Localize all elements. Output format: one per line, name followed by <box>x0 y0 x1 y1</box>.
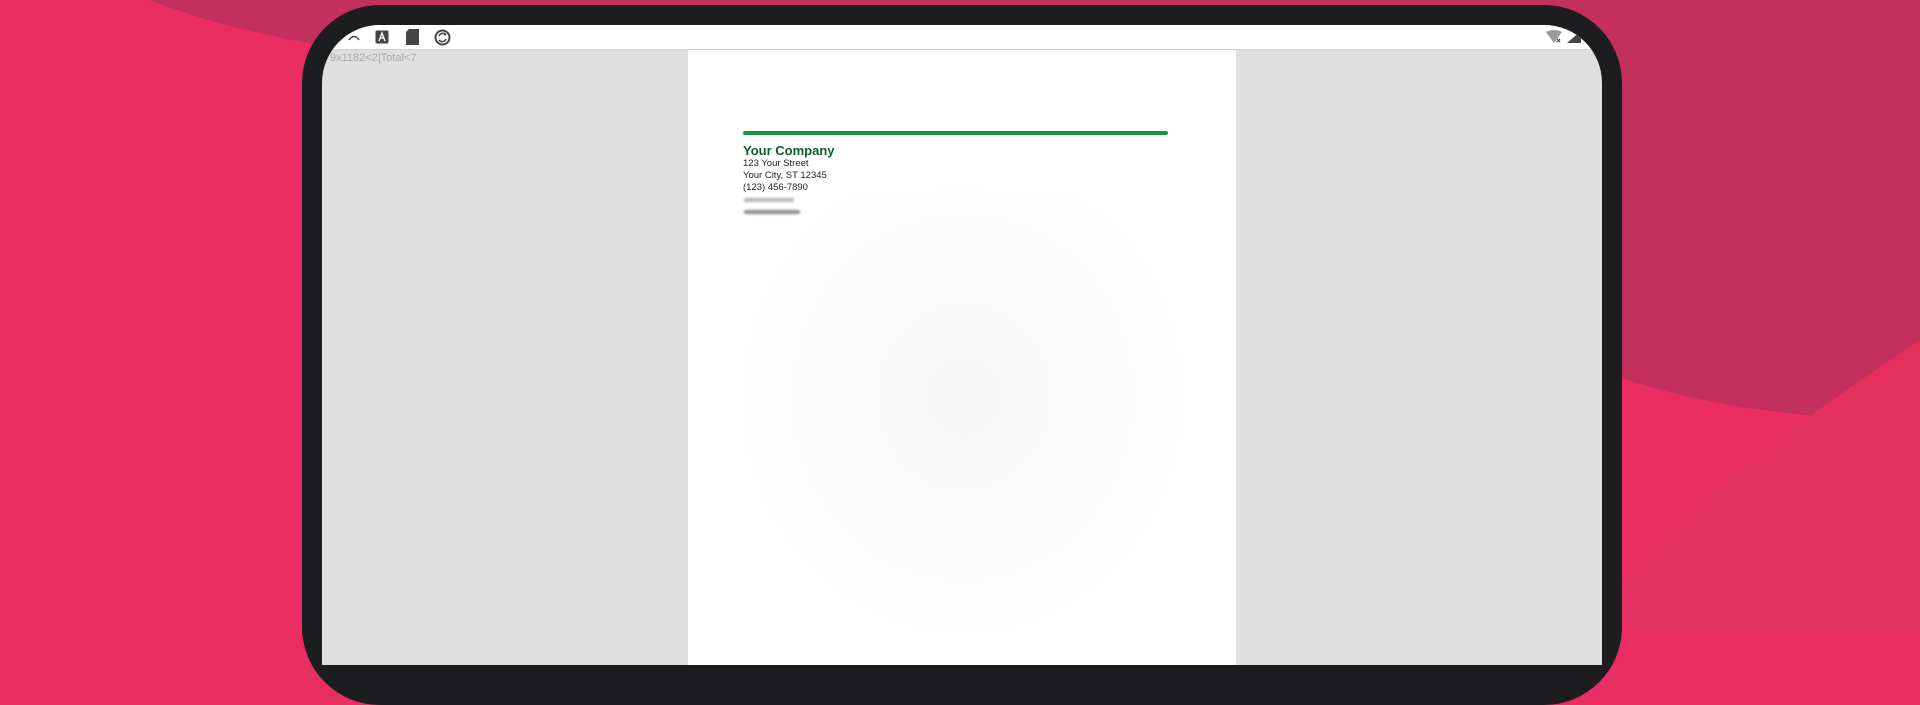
wifi-icon <box>1544 27 1564 47</box>
debug-overlay-text: 9x1182<2|Total<7 <box>330 52 417 64</box>
tablet-screen: 9x1182<2|Total<7 Your Company 123 Your S… <box>322 25 1602 665</box>
phone-number: (123) 456-7890 <box>743 182 808 193</box>
address-line-city: Your City, ST 12345 <box>743 170 827 181</box>
letterhead-green-rule <box>743 131 1168 135</box>
status-bar <box>322 25 1602 50</box>
blurred-contact-line <box>744 210 800 214</box>
battery-icon <box>1564 27 1584 47</box>
company-name: Your Company <box>743 143 835 158</box>
sync-icon <box>432 27 452 47</box>
text-a-icon <box>372 27 392 47</box>
signal-icon <box>344 27 364 47</box>
page-scan-smudge <box>728 190 1198 650</box>
document-page[interactable]: Your Company 123 Your Street Your City, … <box>688 50 1236 665</box>
sd-card-icon <box>402 27 422 47</box>
address-line-street: 123 Your Street <box>743 158 809 169</box>
blurred-contact-line <box>744 198 794 202</box>
